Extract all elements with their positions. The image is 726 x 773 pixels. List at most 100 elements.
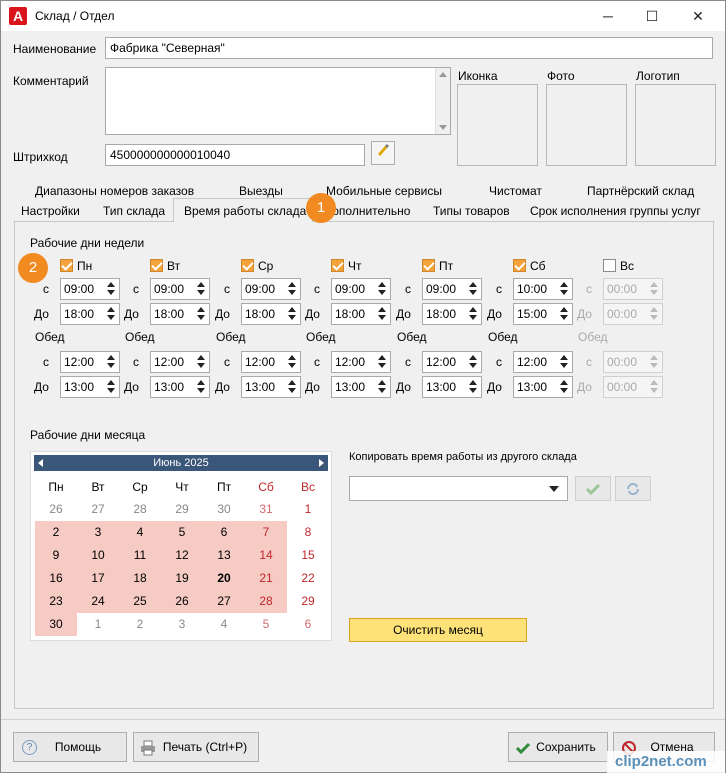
- calendar-day[interactable]: 28: [119, 498, 161, 521]
- spinner-arrows-icon[interactable]: [197, 307, 206, 321]
- time-spinner-lunch-to[interactable]: 13:00: [422, 376, 482, 398]
- time-spinner-lunch-from[interactable]: 12:00: [241, 351, 301, 373]
- month-calendar[interactable]: Июнь 2025 Пн Вт Ср Чт Пт Сб Вс 26 27 28 29 30 31 1 2 3 4…: [30, 451, 332, 641]
- comment-textarea[interactable]: [105, 67, 451, 135]
- calendar-day[interactable]: 17: [77, 567, 119, 590]
- generate-barcode-button[interactable]: [371, 141, 395, 165]
- calendar-day[interactable]: 8: [287, 521, 329, 544]
- time-spinner-lunch-to[interactable]: 13:00: [150, 376, 210, 398]
- time-spinner-to[interactable]: 18:00: [422, 303, 482, 325]
- day-checkbox-2[interactable]: [241, 259, 254, 272]
- calendar-day[interactable]: 27: [203, 590, 245, 613]
- time-spinner-from[interactable]: 09:00: [331, 278, 391, 300]
- time-spinner-lunch-from[interactable]: 12:00: [422, 351, 482, 373]
- calendar-day[interactable]: 4: [203, 613, 245, 636]
- time-spinner-lunch-to[interactable]: 13:00: [331, 376, 391, 398]
- scroll-down-icon[interactable]: [439, 125, 447, 130]
- tab-warehouse-type[interactable]: Тип склада: [103, 204, 165, 218]
- calendar-day[interactable]: 21: [245, 567, 287, 590]
- tab-mobile-services[interactable]: Мобильные сервисы: [326, 184, 442, 198]
- day-checkbox-1[interactable]: [150, 259, 163, 272]
- prev-month-icon[interactable]: [38, 459, 43, 467]
- calendar-day[interactable]: 2: [35, 521, 77, 544]
- calendar-day[interactable]: 1: [77, 613, 119, 636]
- time-spinner-to[interactable]: 00:00: [603, 303, 663, 325]
- scroll-up-icon[interactable]: [439, 72, 447, 77]
- day-checkbox-4[interactable]: [422, 259, 435, 272]
- spinner-arrows-icon[interactable]: [469, 282, 478, 296]
- tab-chistomat[interactable]: Чистомат: [489, 184, 542, 198]
- time-spinner-to[interactable]: 18:00: [331, 303, 391, 325]
- time-spinner-from[interactable]: 00:00: [603, 278, 663, 300]
- time-spinner-from[interactable]: 09:00: [422, 278, 482, 300]
- spinner-arrows-icon[interactable]: [560, 307, 569, 321]
- calendar-day[interactable]: 19: [161, 567, 203, 590]
- print-button[interactable]: Печать (Ctrl+P): [133, 732, 259, 762]
- spinner-arrows-icon[interactable]: [378, 307, 387, 321]
- spinner-arrows-icon[interactable]: [107, 307, 116, 321]
- calendar-day[interactable]: 25: [119, 590, 161, 613]
- tab-goods-types[interactable]: Типы товаров: [433, 204, 510, 218]
- spinner-arrows-icon[interactable]: [469, 380, 478, 394]
- time-spinner-lunch-to[interactable]: 00:00: [603, 376, 663, 398]
- tab-service-deadline[interactable]: Срок исполнения группы услуг: [530, 204, 701, 218]
- help-button[interactable]: ? Помощь: [13, 732, 127, 762]
- calendar-day[interactable]: 2: [119, 613, 161, 636]
- calendar-day[interactable]: 9: [35, 544, 77, 567]
- calendar-day[interactable]: 14: [245, 544, 287, 567]
- spinner-arrows-icon[interactable]: [650, 282, 659, 296]
- spinner-arrows-icon[interactable]: [378, 282, 387, 296]
- spinner-arrows-icon[interactable]: [107, 380, 116, 394]
- calendar-day[interactable]: 15: [287, 544, 329, 567]
- calendar-day[interactable]: 5: [161, 521, 203, 544]
- calendar-day[interactable]: 16: [35, 567, 77, 590]
- calendar-day[interactable]: 1: [287, 498, 329, 521]
- tab-partner-warehouse[interactable]: Партнёрский склад: [587, 184, 694, 198]
- time-spinner-lunch-to[interactable]: 13:00: [60, 376, 120, 398]
- spinner-arrows-icon[interactable]: [650, 307, 659, 321]
- time-spinner-to[interactable]: 15:00: [513, 303, 573, 325]
- spinner-arrows-icon[interactable]: [288, 307, 297, 321]
- calendar-day[interactable]: 13: [203, 544, 245, 567]
- calendar-day[interactable]: 10: [77, 544, 119, 567]
- logo-image-box[interactable]: [635, 84, 716, 166]
- time-spinner-lunch-from[interactable]: 12:00: [150, 351, 210, 373]
- calendar-day[interactable]: 18: [119, 567, 161, 590]
- calendar-day[interactable]: 23: [35, 590, 77, 613]
- comment-scrollbar[interactable]: [435, 68, 450, 134]
- time-spinner-to[interactable]: 18:00: [150, 303, 210, 325]
- day-checkbox-0[interactable]: [60, 259, 73, 272]
- name-input[interactable]: Фабрика "Северная": [105, 37, 713, 59]
- calendar-day[interactable]: 20: [203, 567, 245, 590]
- spinner-arrows-icon[interactable]: [288, 282, 297, 296]
- calendar-day[interactable]: 3: [161, 613, 203, 636]
- spinner-arrows-icon[interactable]: [469, 307, 478, 321]
- refresh-button[interactable]: [615, 476, 651, 501]
- day-checkbox-3[interactable]: [331, 259, 344, 272]
- calendar-day[interactable]: 4: [119, 521, 161, 544]
- time-spinner-from[interactable]: 09:00: [60, 278, 120, 300]
- calendar-day[interactable]: 12: [161, 544, 203, 567]
- calendar-day[interactable]: 27: [77, 498, 119, 521]
- spinner-arrows-icon[interactable]: [560, 282, 569, 296]
- spinner-arrows-icon[interactable]: [378, 380, 387, 394]
- tab-trips[interactable]: Выезды: [239, 184, 283, 198]
- next-month-icon[interactable]: [319, 459, 324, 467]
- close-button[interactable]: ✕: [675, 1, 721, 31]
- chevron-down-icon[interactable]: [549, 486, 559, 492]
- time-spinner-lunch-from[interactable]: 12:00: [331, 351, 391, 373]
- calendar-day[interactable]: 30: [203, 498, 245, 521]
- spinner-arrows-icon[interactable]: [288, 355, 297, 369]
- spinner-arrows-icon[interactable]: [197, 282, 206, 296]
- time-spinner-lunch-to[interactable]: 13:00: [241, 376, 301, 398]
- minimize-button[interactable]: ─: [585, 1, 631, 31]
- time-spinner-to[interactable]: 18:00: [60, 303, 120, 325]
- tab-order-ranges[interactable]: Диапазоны номеров заказов: [35, 184, 194, 198]
- calendar-day[interactable]: 28: [245, 590, 287, 613]
- calendar-day[interactable]: 26: [161, 590, 203, 613]
- source-warehouse-select[interactable]: [349, 476, 568, 501]
- time-spinner-lunch-from[interactable]: 12:00: [513, 351, 573, 373]
- calendar-day[interactable]: 31: [245, 498, 287, 521]
- time-spinner-from[interactable]: 10:00: [513, 278, 573, 300]
- barcode-input[interactable]: 450000000000010040: [105, 144, 365, 166]
